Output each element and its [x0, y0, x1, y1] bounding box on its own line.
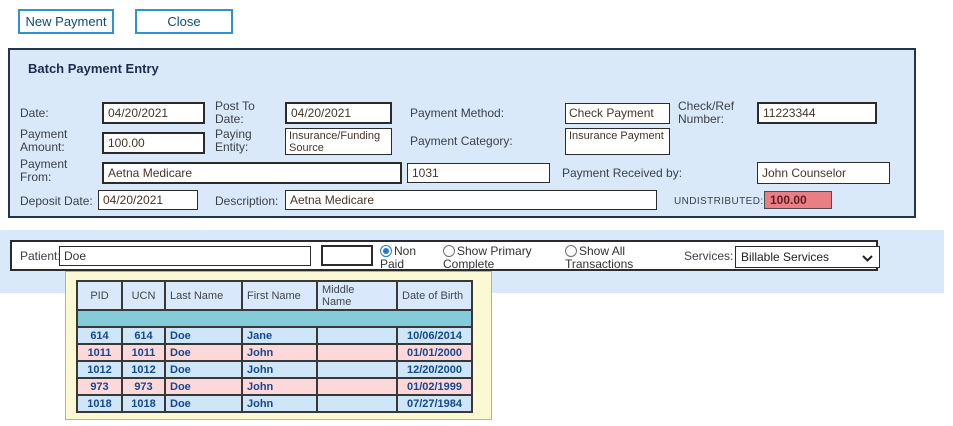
table-row[interactable]: 1011 1011 Doe John 01/01/2000	[77, 344, 472, 361]
table-row[interactable]: 973 973 Doe John 01/02/1999	[77, 378, 472, 395]
cell-pid[interactable]: 973	[77, 378, 122, 395]
cell-first-name[interactable]: John	[242, 361, 317, 378]
cell-last-name[interactable]: Doe	[165, 327, 242, 344]
payment-category-label: Payment Category:	[410, 135, 513, 148]
cell-dob[interactable]: 10/06/2014	[397, 327, 472, 344]
check-ref-field[interactable]	[757, 102, 877, 124]
description-field[interactable]	[285, 190, 657, 210]
cell-middle-name[interactable]	[317, 327, 397, 344]
cell-middle-name[interactable]	[317, 361, 397, 378]
payment-received-by-label: Payment Received by:	[562, 167, 682, 180]
table-spacer-row	[77, 310, 472, 327]
col-ucn: UCN	[122, 281, 165, 310]
patient-search-bar: Patient: Non Paid Show Primary Complete …	[10, 240, 878, 271]
payment-from-label: Payment From:	[20, 158, 76, 184]
cell-dob[interactable]: 07/27/1984	[397, 395, 472, 412]
cell-middle-name[interactable]	[317, 344, 397, 361]
patient-label: Patient:	[20, 250, 61, 263]
panel-title: Batch Payment Entry	[28, 61, 159, 76]
payment-category-field[interactable]: Insurance Payment	[565, 128, 670, 155]
cell-ucn[interactable]: 1011	[122, 344, 165, 361]
payment-received-by-field[interactable]	[757, 162, 890, 184]
cell-ucn[interactable]: 1012	[122, 361, 165, 378]
post-to-date-label: Post To Date:	[215, 100, 263, 126]
cell-middle-name[interactable]	[317, 378, 397, 395]
cell-first-name[interactable]: John	[242, 344, 317, 361]
cell-last-name[interactable]: Doe	[165, 378, 242, 395]
cell-pid[interactable]: 614	[77, 327, 122, 344]
payment-method-field[interactable]: Check Payment	[565, 103, 670, 124]
patient-results-table: PID UCN Last Name First Name Middle Name…	[76, 280, 473, 413]
cell-dob[interactable]: 01/01/2000	[397, 344, 472, 361]
services-selected-value: Billable Services	[741, 250, 829, 264]
payment-method-label: Payment Method:	[410, 107, 504, 120]
payment-from-field[interactable]	[102, 162, 402, 184]
description-label: Description:	[215, 195, 278, 208]
undistributed-label: UNDISTRIBUTED:	[674, 196, 764, 207]
radio-show-primary-label: Show Primary Complete	[443, 244, 532, 271]
new-payment-button[interactable]: New Payment	[18, 9, 114, 34]
payment-amount-label: Payment Amount:	[20, 128, 76, 154]
cell-ucn[interactable]: 973	[122, 378, 165, 395]
payer-code-field[interactable]	[407, 163, 550, 183]
services-select[interactable]: Billable Services	[735, 246, 880, 268]
patient-aux-input[interactable]	[321, 245, 373, 266]
table-row[interactable]: 1018 1018 Doe John 07/27/1984	[77, 395, 472, 412]
paying-entity-field[interactable]: Insurance/Funding Source	[285, 128, 392, 155]
undistributed-amount: 100.00	[764, 191, 832, 209]
table-row[interactable]: 614 614 Doe Jane 10/06/2014	[77, 327, 472, 344]
cell-pid[interactable]: 1018	[77, 395, 122, 412]
check-ref-label: Check/Ref Number:	[678, 100, 742, 126]
cell-dob[interactable]: 01/02/1999	[397, 378, 472, 395]
cell-last-name[interactable]: Doe	[165, 395, 242, 412]
radio-non-paid[interactable]: Non Paid	[380, 245, 436, 271]
col-date-of-birth: Date of Birth	[397, 281, 472, 310]
services-label: Services:	[684, 250, 733, 263]
batch-payment-entry-panel: Batch Payment Entry Date: Post To Date: …	[8, 48, 916, 218]
deposit-date-label: Deposit Date:	[20, 195, 93, 208]
page: New Payment Close Batch Payment Entry Da…	[0, 0, 953, 426]
radio-unselected-icon[interactable]	[443, 245, 455, 257]
deposit-date-field[interactable]	[98, 190, 198, 210]
cell-pid[interactable]: 1012	[77, 361, 122, 378]
cell-first-name[interactable]: John	[242, 395, 317, 412]
cell-last-name[interactable]: Doe	[165, 361, 242, 378]
radio-show-all-transactions[interactable]: Show All Transactions	[565, 245, 657, 271]
col-pid: PID	[77, 281, 122, 310]
payment-amount-field[interactable]	[102, 132, 205, 154]
post-to-date-field[interactable]	[285, 102, 392, 124]
col-first-name: First Name	[242, 281, 317, 310]
cell-dob[interactable]: 12/20/2000	[397, 361, 472, 378]
radio-show-primary-complete[interactable]: Show Primary Complete	[443, 245, 553, 271]
date-label: Date:	[20, 107, 49, 120]
date-field[interactable]	[102, 102, 205, 124]
table-header-row: PID UCN Last Name First Name Middle Name…	[77, 281, 472, 310]
radio-selected-icon[interactable]	[380, 245, 392, 257]
cell-ucn[interactable]: 1018	[122, 395, 165, 412]
cell-first-name[interactable]: John	[242, 378, 317, 395]
cell-first-name[interactable]: Jane	[242, 327, 317, 344]
cell-ucn[interactable]: 614	[122, 327, 165, 344]
close-button[interactable]: Close	[135, 9, 233, 34]
patient-search-input[interactable]	[59, 246, 311, 266]
radio-unselected-icon[interactable]	[565, 245, 577, 257]
patient-results-panel: PID UCN Last Name First Name Middle Name…	[65, 271, 492, 420]
col-middle-name: Middle Name	[317, 281, 397, 310]
paying-entity-label: Paying Entity:	[215, 128, 259, 154]
col-last-name: Last Name	[165, 281, 242, 310]
cell-middle-name[interactable]	[317, 395, 397, 412]
cell-pid[interactable]: 1011	[77, 344, 122, 361]
cell-last-name[interactable]: Doe	[165, 344, 242, 361]
chevron-down-icon	[862, 255, 873, 262]
table-row[interactable]: 1012 1012 Doe John 12/20/2000	[77, 361, 472, 378]
